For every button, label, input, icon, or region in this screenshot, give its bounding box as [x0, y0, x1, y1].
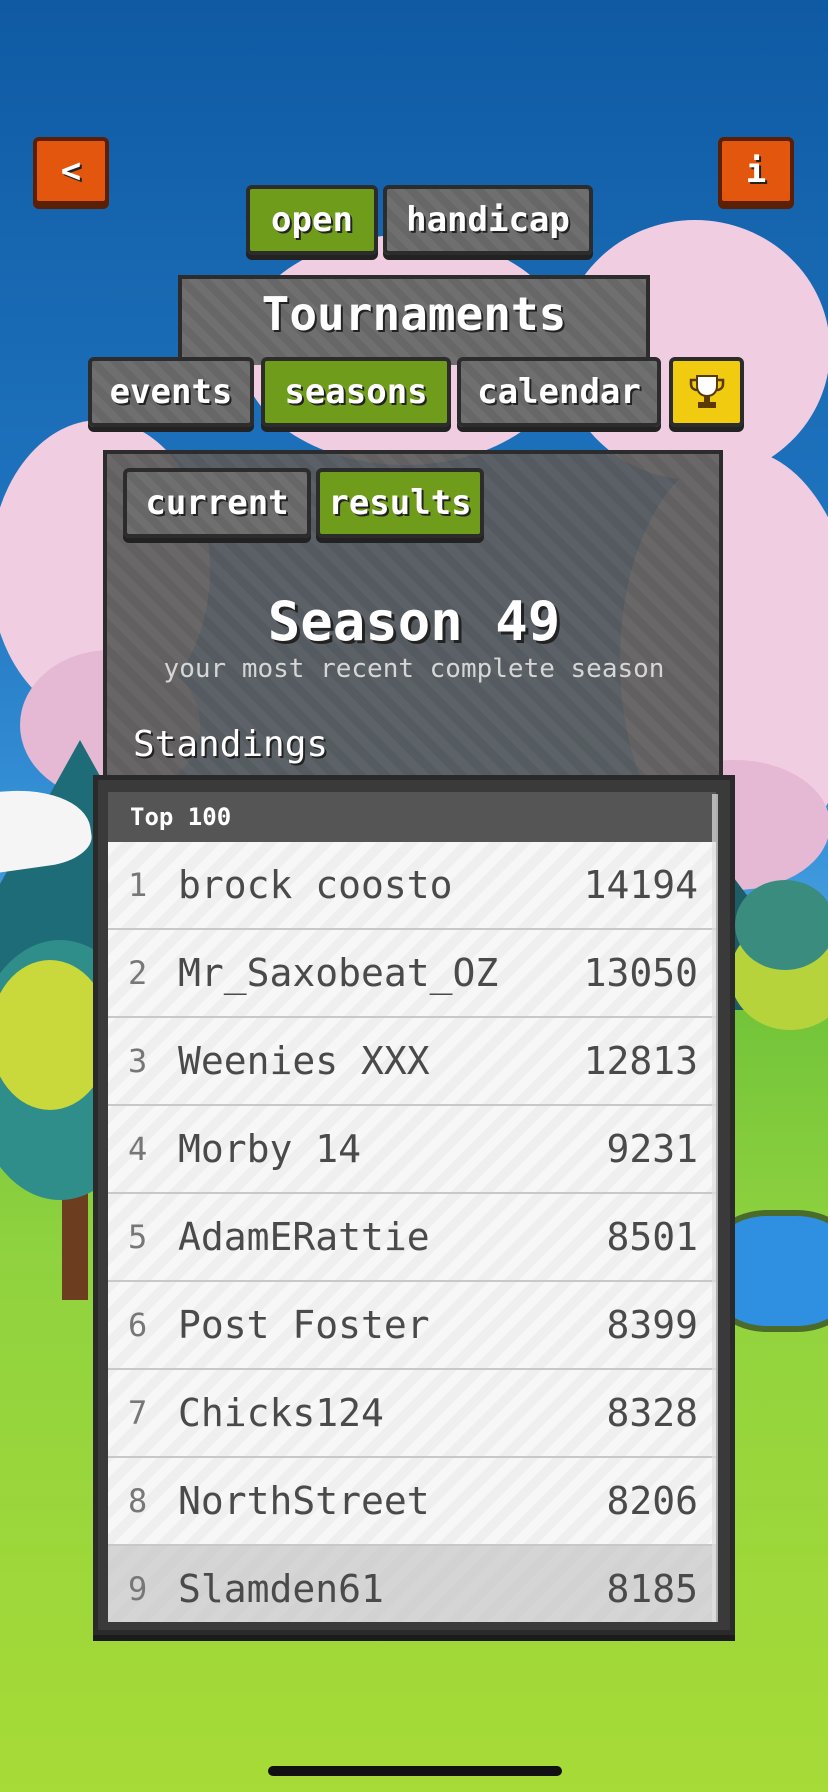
leaderboard-row[interactable]: 7 Chicks124 8328: [108, 1370, 716, 1458]
score: 8206: [606, 1479, 698, 1523]
page-title: Tournaments: [178, 275, 650, 365]
player-name: brock coosto: [178, 863, 453, 907]
rank: 8: [128, 1482, 148, 1520]
tab-seasons[interactable]: seasons: [261, 357, 451, 427]
rank: 6: [128, 1306, 148, 1344]
scrollbar[interactable]: [712, 794, 718, 1622]
tab-calendar[interactable]: calendar: [457, 357, 661, 427]
tree: [735, 880, 828, 970]
leaderboard-row[interactable]: 5 AdamERattie 8501: [108, 1194, 716, 1282]
tab-results[interactable]: results: [316, 468, 484, 538]
home-indicator[interactable]: [268, 1766, 562, 1776]
tab-current[interactable]: current: [123, 468, 311, 538]
standings-label: Standings: [133, 724, 329, 765]
player-name: Mr_Saxobeat_OZ: [178, 951, 499, 995]
player-name: NorthStreet: [178, 1479, 430, 1523]
rank: 1: [128, 866, 148, 904]
tab-handicap-label: handicap: [406, 200, 570, 240]
leaderboard: Top 100 1 brock coosto 14194 2 Mr_Saxobe…: [93, 775, 735, 1635]
player-name: AdamERattie: [178, 1215, 430, 1259]
score: 8328: [606, 1391, 698, 1435]
tab-results-label: results: [328, 483, 472, 523]
player-name: Chicks124: [178, 1391, 384, 1435]
tab-seasons-label: seasons: [284, 372, 428, 412]
tab-open[interactable]: open: [246, 185, 378, 255]
trophy-button[interactable]: [669, 357, 744, 427]
player-name: Slamden61: [178, 1567, 384, 1611]
page-title-text: Tournaments: [261, 287, 567, 341]
trophy-icon: [689, 375, 724, 408]
score: 8399: [606, 1303, 698, 1347]
score: 9231: [606, 1127, 698, 1171]
leaderboard-row-highlighted[interactable]: 9 Slamden61 8185: [108, 1546, 716, 1622]
leaderboard-row[interactable]: 2 Mr_Saxobeat_OZ 13050: [108, 930, 716, 1018]
tab-events-label: events: [109, 372, 233, 412]
info-button[interactable]: i: [718, 137, 794, 205]
rank: 4: [128, 1130, 148, 1168]
leaderboard-header: Top 100: [108, 792, 716, 842]
leaderboard-header-text: Top 100: [130, 803, 232, 831]
tab-events[interactable]: events: [88, 357, 254, 427]
tab-handicap[interactable]: handicap: [383, 185, 593, 255]
leaderboard-list[interactable]: 1 brock coosto 14194 2 Mr_Saxobeat_OZ 13…: [108, 842, 716, 1622]
player-name: Post Foster: [178, 1303, 430, 1347]
leaderboard-row[interactable]: 4 Morby 14 9231: [108, 1106, 716, 1194]
score: 8185: [606, 1567, 698, 1611]
leaderboard-row[interactable]: 1 brock coosto 14194: [108, 842, 716, 930]
score: 13050: [583, 951, 698, 995]
back-button[interactable]: <: [33, 137, 109, 205]
info-icon: i: [745, 151, 767, 191]
rank: 3: [128, 1042, 148, 1080]
back-icon: <: [60, 151, 82, 191]
rank: 9: [128, 1570, 148, 1608]
season-subtitle: your most recent complete season: [163, 654, 665, 684]
tab-open-label: open: [271, 200, 353, 240]
player-name: Morby 14: [178, 1127, 362, 1171]
rank: 2: [128, 954, 148, 992]
rank: 5: [128, 1218, 148, 1256]
tab-current-label: current: [145, 483, 289, 523]
score: 8501: [606, 1215, 698, 1259]
score: 14194: [583, 863, 698, 907]
score: 12813: [583, 1039, 698, 1083]
leaderboard-row[interactable]: 8 NorthStreet 8206: [108, 1458, 716, 1546]
player-name: Weenies XXX: [178, 1039, 430, 1083]
leaderboard-row[interactable]: 3 Weenies XXX 12813: [108, 1018, 716, 1106]
rank: 7: [128, 1394, 148, 1432]
season-title: Season 49: [267, 590, 561, 653]
tab-calendar-label: calendar: [477, 372, 641, 412]
leaderboard-row[interactable]: 6 Post Foster 8399: [108, 1282, 716, 1370]
